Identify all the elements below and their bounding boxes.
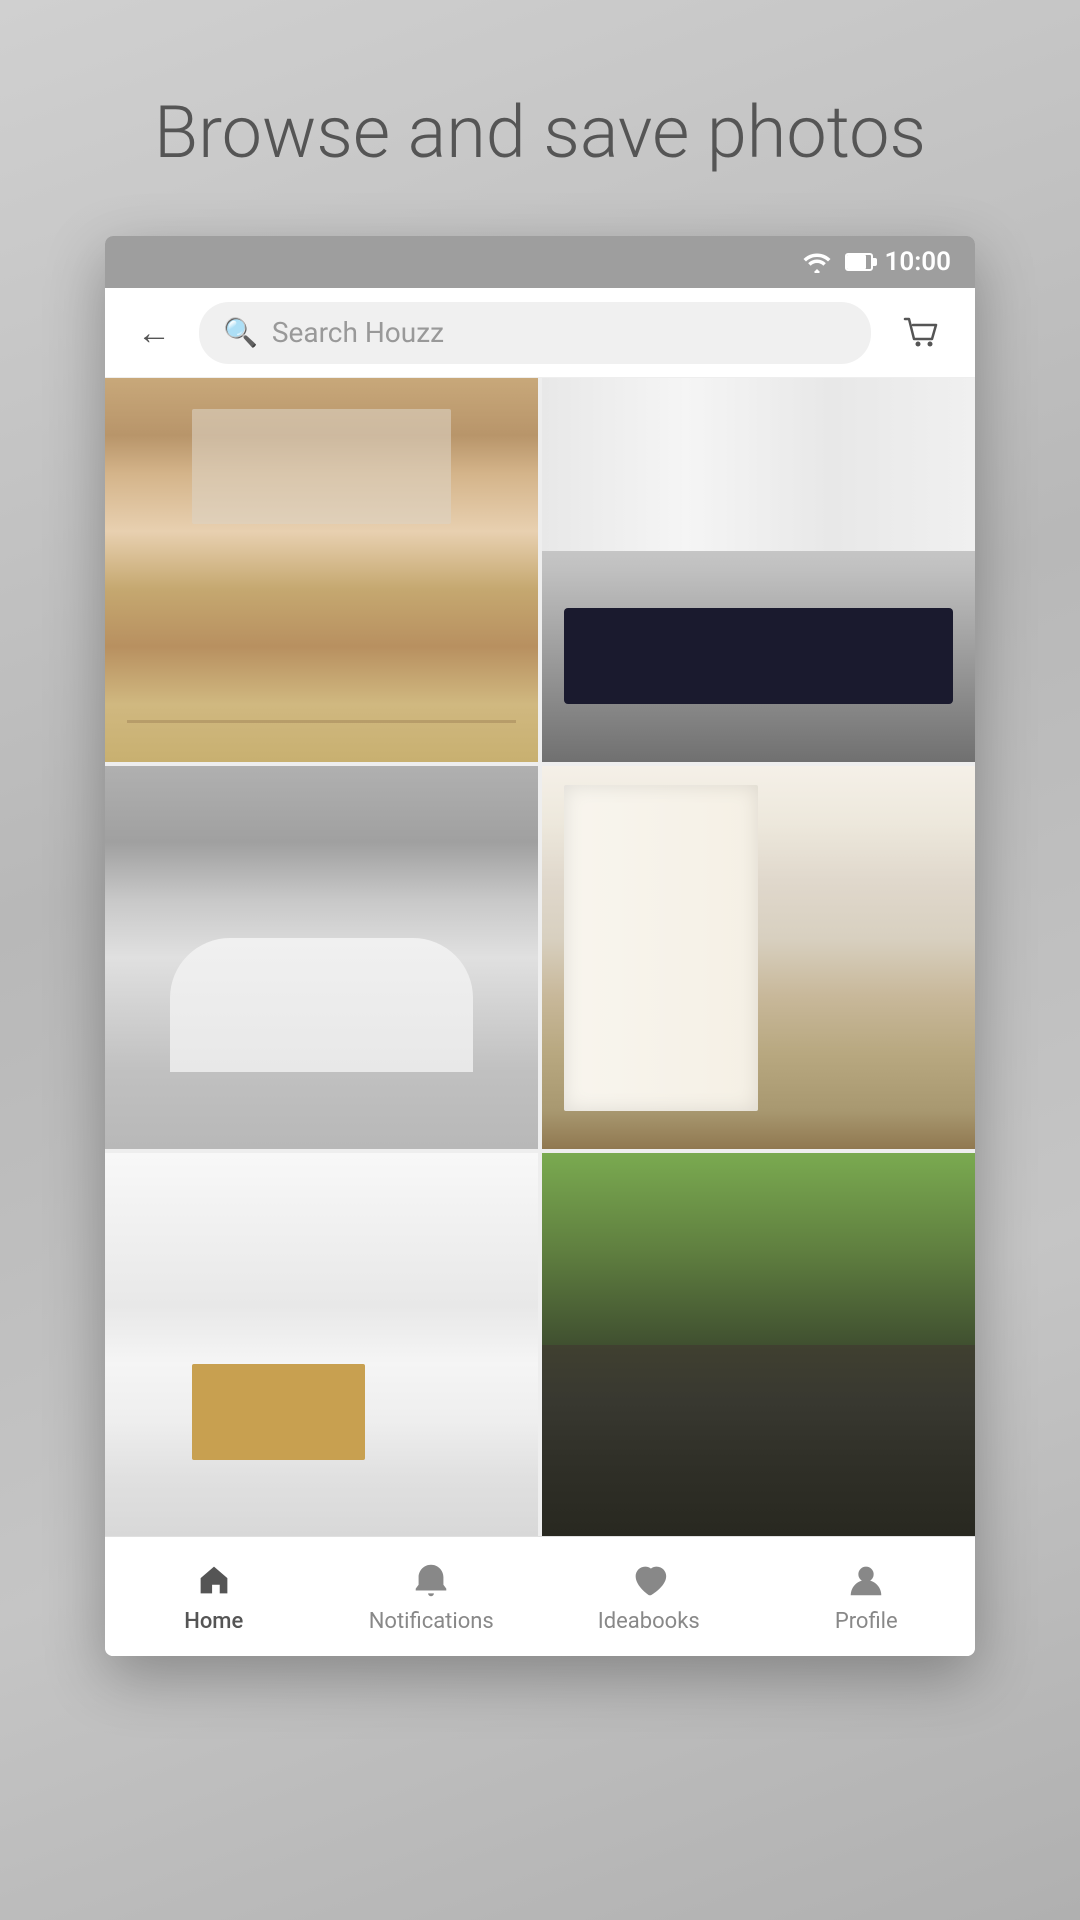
nav-label-ideabooks: Ideabooks [598,1609,700,1634]
nav-label-home: Home [184,1609,243,1634]
battery-icon [845,253,873,271]
photo-cell[interactable] [542,1153,975,1536]
search-placeholder-text: Search Houzz [272,316,444,349]
wifi-icon [801,251,833,273]
photo-cell[interactable] [542,766,975,1149]
search-icon: 🔍 [223,316,258,349]
nav-item-ideabooks[interactable]: Ideabooks [540,1537,758,1656]
status-time: 10:00 [885,247,952,277]
nav-item-notifications[interactable]: Notifications [323,1537,541,1656]
back-arrow-icon: ← [137,313,171,353]
home-icon [193,1559,235,1601]
nav-label-notifications: Notifications [369,1609,494,1634]
photo-grid [105,378,975,1536]
phone-frame: 10:00 ← 🔍 Search Houzz [105,236,975,1656]
nav-item-home[interactable]: Home [105,1537,323,1656]
ideabooks-icon [628,1559,670,1601]
status-bar: 10:00 [105,236,975,288]
photo-cell[interactable] [542,378,975,761]
photo-image [542,766,975,1149]
notifications-icon [410,1559,452,1601]
search-bar[interactable]: 🔍 Search Houzz [199,302,871,364]
back-button[interactable]: ← [129,308,179,358]
photo-cell[interactable] [105,766,538,1149]
app-header: ← 🔍 Search Houzz [105,288,975,378]
photo-image [542,1153,975,1536]
nav-item-profile[interactable]: Profile [758,1537,976,1656]
photo-cell[interactable] [105,1153,538,1536]
cart-icon [899,311,943,355]
profile-icon [845,1559,887,1601]
photo-image [542,378,975,761]
page-title: Browse and save photos [114,90,966,176]
nav-label-profile: Profile [835,1609,898,1634]
photo-cell[interactable] [105,378,538,761]
cart-button[interactable] [891,303,951,363]
photo-image [105,1153,538,1536]
bottom-navigation: Home Notifications Ideabooks Profile [105,1536,975,1656]
photo-image [105,766,538,1149]
photo-image [105,378,538,761]
